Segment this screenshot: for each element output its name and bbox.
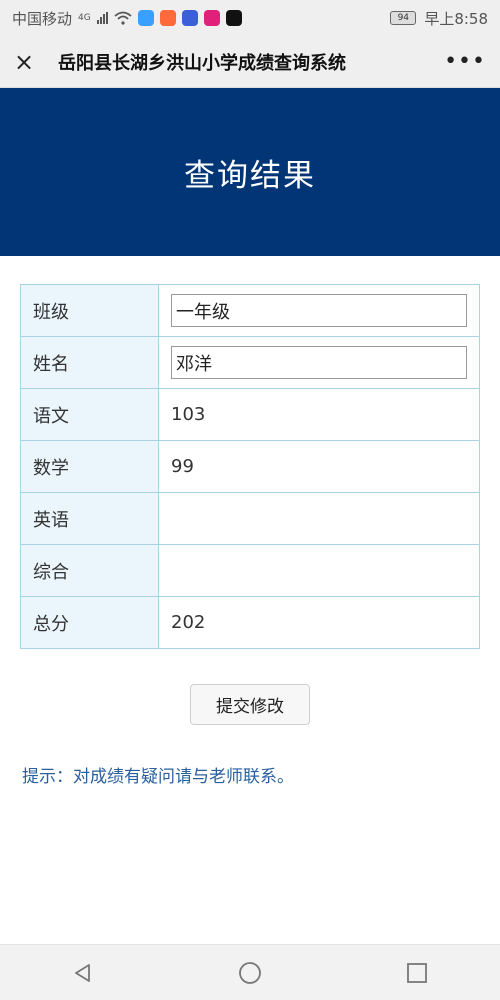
class-input[interactable] <box>171 294 467 327</box>
table-row: 总分 202 <box>20 596 480 649</box>
hint-text: 提示：对成绩有疑问请与老师联系。 <box>22 767 294 787</box>
table-row: 姓名 <box>20 336 480 389</box>
name-input[interactable] <box>171 346 467 379</box>
status-bar: 中国移动 4G 94 早上8:58 <box>0 0 500 36</box>
row-label-english: 英语 <box>20 492 159 545</box>
row-value-class <box>158 284 480 337</box>
row-value-english <box>158 492 480 545</box>
row-value-name <box>158 336 480 389</box>
result-table: 班级 姓名 语文 103 数学 99 英语 综合 总分 202 <box>20 284 480 649</box>
row-label-chinese: 语文 <box>20 388 159 441</box>
row-value-total: 202 <box>158 596 480 649</box>
app-icon-video <box>159 10 176 26</box>
battery-level: 94 <box>397 13 410 23</box>
banner-title: 查询结果 <box>184 157 316 194</box>
table-row: 班级 <box>20 284 480 337</box>
app-icon-qq-browser <box>137 10 154 26</box>
home-icon[interactable] <box>230 953 270 993</box>
app-icon-tiktok <box>225 10 242 26</box>
table-row: 数学 99 <box>20 440 480 493</box>
table-row: 语文 103 <box>20 388 480 441</box>
table-row: 综合 <box>20 544 480 597</box>
signal-icon <box>96 12 108 24</box>
network-type-label: 4G <box>78 13 91 23</box>
row-value-math: 99 <box>158 440 480 493</box>
close-icon[interactable]: × <box>14 50 44 74</box>
recents-icon[interactable] <box>397 953 437 993</box>
page-title: 岳阳县长湖乡洪山小学成绩查询系统 <box>58 52 346 74</box>
status-right: 94 早上8:58 <box>390 8 488 29</box>
row-value-comprehensive <box>158 544 480 597</box>
battery-icon: 94 <box>390 11 417 25</box>
back-icon[interactable] <box>63 953 103 993</box>
row-label-comprehensive: 综合 <box>20 544 159 597</box>
row-value-chinese: 103 <box>158 388 480 441</box>
table-row: 英语 <box>20 492 480 545</box>
system-nav-bar <box>0 944 500 1000</box>
status-left: 中国移动 4G <box>12 8 390 29</box>
more-icon[interactable]: ••• <box>444 49 486 74</box>
carrier-label: 中国移动 <box>12 9 73 28</box>
row-label-class: 班级 <box>20 284 159 337</box>
nav-bar: × 岳阳县长湖乡洪山小学成绩查询系统 ••• <box>0 36 500 88</box>
submit-button[interactable]: 提交修改 <box>190 684 310 725</box>
row-label-name: 姓名 <box>20 336 159 389</box>
clock-label: 早上8:58 <box>424 9 488 28</box>
wifi-icon <box>114 11 132 25</box>
row-label-math: 数学 <box>20 440 159 493</box>
banner: 查询结果 <box>0 88 500 256</box>
app-icon-youku <box>203 10 220 26</box>
row-label-total: 总分 <box>20 596 159 649</box>
app-icon-baidu <box>181 10 198 26</box>
